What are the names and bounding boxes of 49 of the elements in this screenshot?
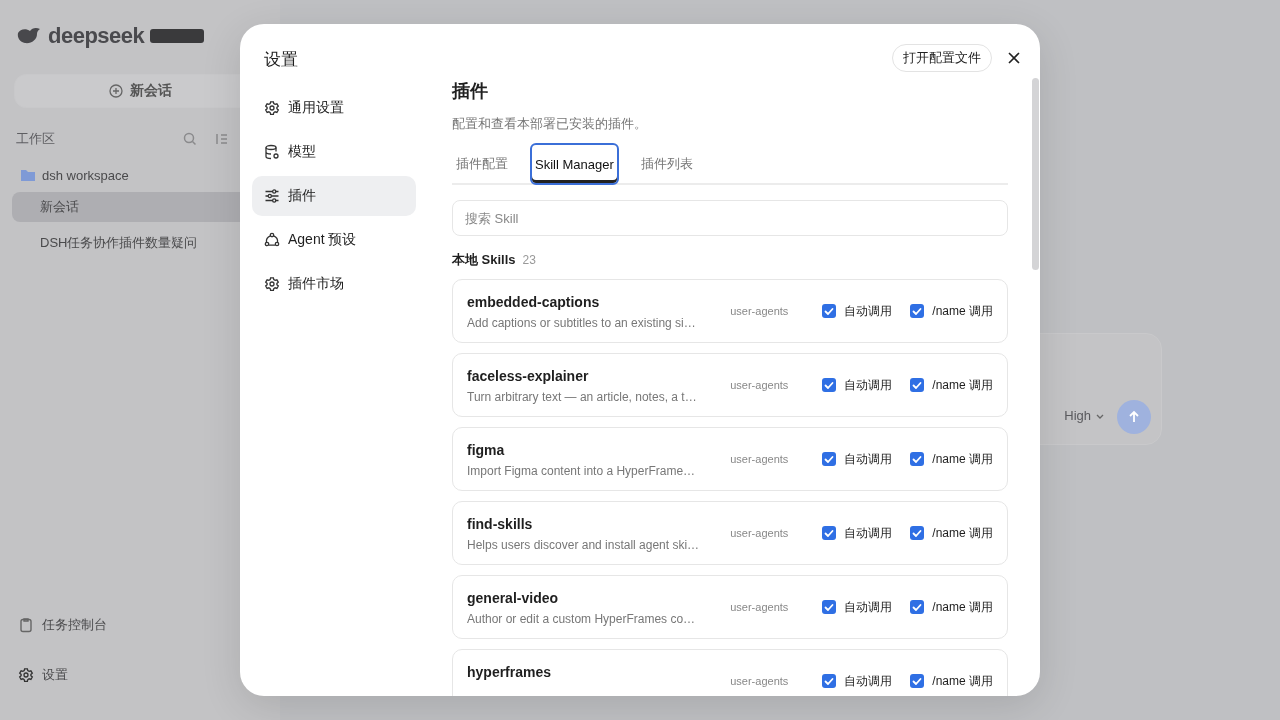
checkbox-label: /name 调用 [932,450,993,468]
nav-item[interactable]: 模型 [252,132,416,172]
skill-description: Helps users discover and install agent ski… [467,538,701,552]
open-config-button[interactable]: 打开配置文件 [892,44,992,72]
skill-count: 23 [522,253,536,267]
skill-name: general-video [467,590,560,606]
skill-name: figma [467,442,506,458]
skill-description: Add captions or subtitles to an existing si… [467,316,697,330]
checkbox-label: /name 调用 [932,672,993,690]
skill-name: hyperframes [467,664,553,680]
skill-source: user-agents [730,601,789,613]
checkbox-label: 自动调用 [844,450,893,468]
page-heading: 插件 [452,80,489,103]
sidebar-link[interactable]: 任务控制台 [42,616,107,634]
skill-name: faceless-explainer [467,368,590,384]
skill-name: find-skills [467,516,534,532]
checkbox-label: 自动调用 [844,376,893,394]
effort-selector[interactable]: High [1064,408,1091,423]
logo-text: deepseek [48,23,145,49]
skill-source: user-agents [730,379,789,391]
checkbox-label: /name 调用 [932,376,993,394]
skill-source: user-agents [730,305,789,317]
checkbox-label: 自动调用 [844,672,893,690]
search-field[interactable]: 搜索 Skill [452,200,1008,236]
checkbox-label: /name 调用 [932,524,993,542]
project-name[interactable]: dsh workspace [42,167,129,183]
skill-description: Turn arbitrary text — an article, notes, a t… [467,390,698,404]
skill-source: user-agents [730,527,789,539]
page-description: 配置和查看本部署已安装的插件。 [452,115,648,133]
section-title: 本地 Skills [452,251,516,269]
skill-description: Import Figma content into a HyperFrame… [467,464,697,478]
nav-item[interactable]: 插件 [252,176,416,216]
section-label: 工作区 [16,130,55,148]
checkbox-label: 自动调用 [844,302,893,320]
checkbox-label: 自动调用 [844,598,893,616]
dialog-title: 设置 [264,49,299,71]
skill-description: Author or edit a custom HyperFrames co… [467,612,697,626]
checkbox-label: /name 调用 [932,302,993,320]
tab[interactable]: 插件配置 [452,143,512,185]
checkbox-label: 自动调用 [844,524,893,542]
skill-name: embedded-captions [467,294,601,310]
tab[interactable]: 插件列表 [636,143,697,185]
checkbox-label: /name 调用 [932,598,993,616]
skill-source: user-agents [730,675,789,687]
skill-source: user-agents [730,453,789,465]
nav-item[interactable]: Agent 预设 [252,220,416,260]
tab[interactable]: Skill Manager [530,143,619,185]
nav-item[interactable]: 插件市场 [252,264,416,304]
sidebar-link[interactable]: 设置 [42,666,68,684]
